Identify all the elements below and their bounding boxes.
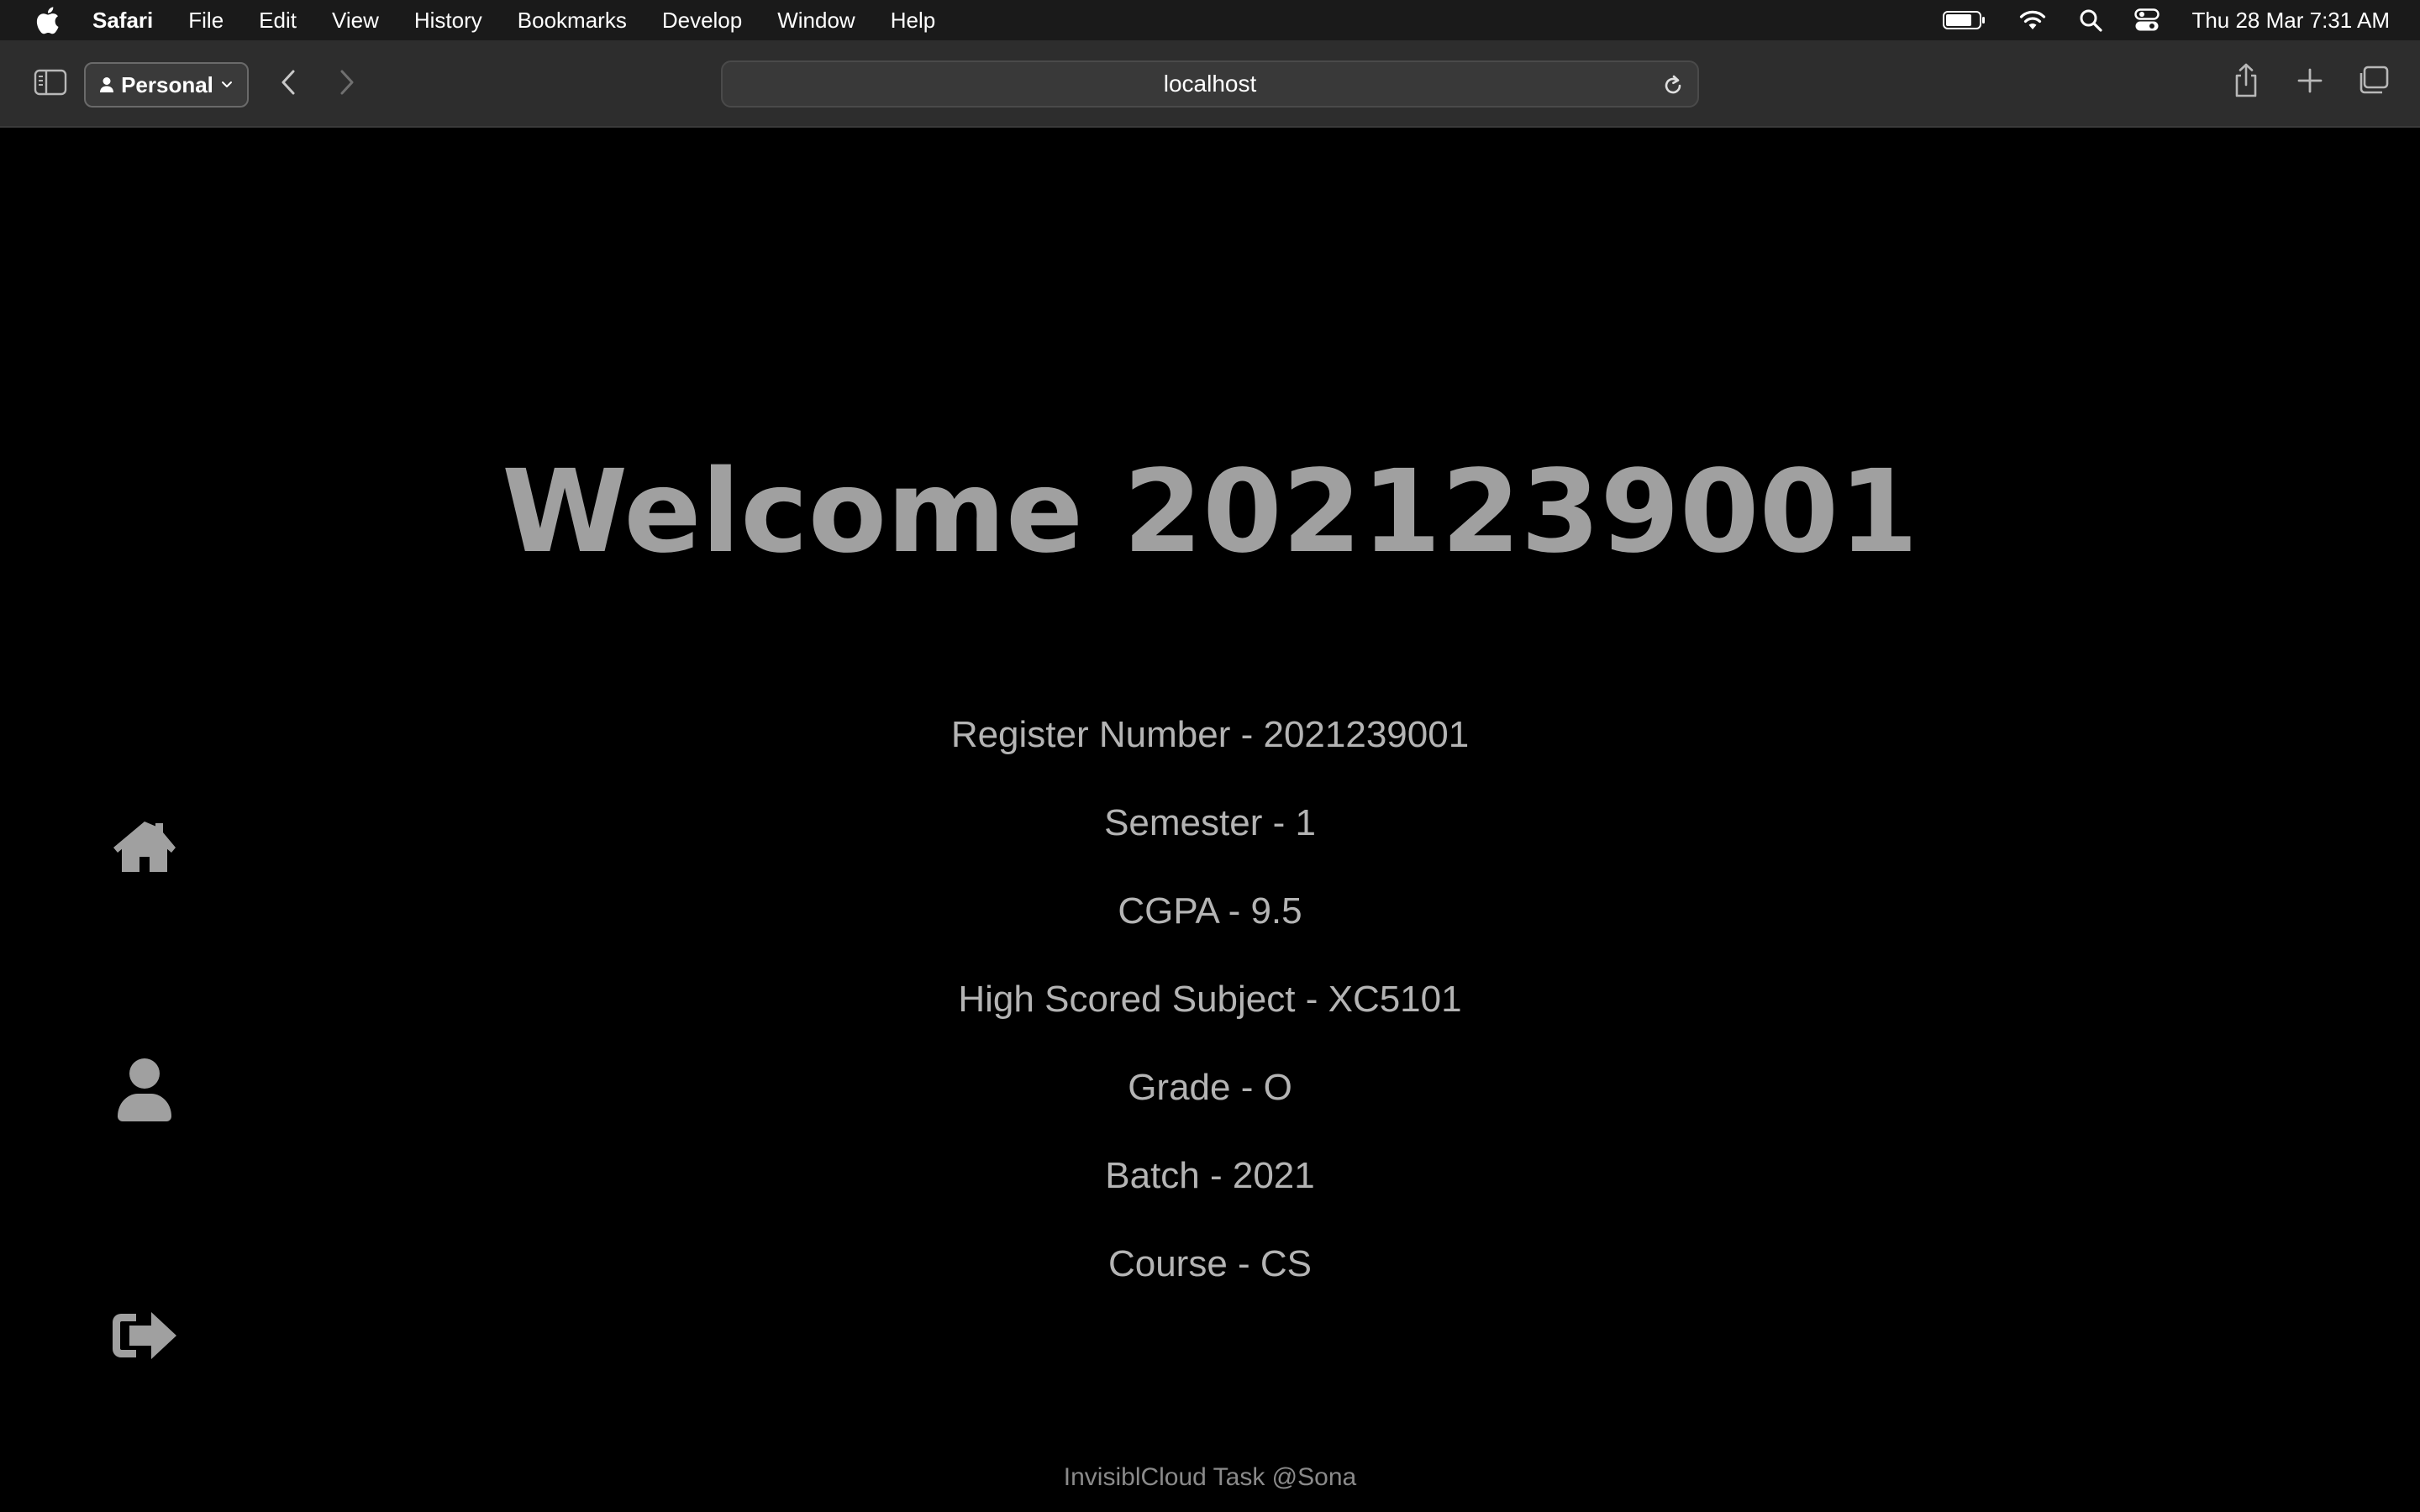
menu-help[interactable]: Help: [891, 8, 935, 34]
grade: Grade - O: [1128, 1067, 1292, 1108]
sidebar-toggle-button[interactable]: [32, 66, 69, 99]
new-tab-button[interactable]: [2296, 64, 2324, 97]
page-content: Welcome 2021239001 Register Number - 202…: [0, 128, 2420, 1512]
menu-history[interactable]: History: [414, 8, 482, 34]
reload-icon: [1665, 75, 1681, 94]
high-scored-subject: High Scored Subject - XC5101: [958, 979, 1462, 1020]
profile-button[interactable]: Personal: [84, 62, 249, 108]
cgpa: CGPA - 9.5: [1118, 890, 1302, 932]
menu-bar-clock[interactable]: Thu 28 Mar 7:31 AM: [2191, 8, 2390, 34]
menu-bar: Safari File Edit View History Bookmarks …: [0, 0, 2420, 40]
profile-label: Personal: [121, 71, 213, 97]
menu-edit[interactable]: Edit: [259, 8, 297, 34]
wifi-icon[interactable]: [2018, 9, 2047, 31]
chevron-left-icon: [281, 70, 295, 95]
plus-icon: [2297, 68, 2323, 93]
footer-credit: InvisiblCloud Task @Sona: [1063, 1463, 1357, 1491]
sign-out-icon: [113, 1312, 176, 1359]
tab-overview-icon: [2360, 66, 2389, 94]
register-number: Register Number - 2021239001: [950, 714, 1470, 755]
control-center-icon[interactable]: [2134, 8, 2160, 32]
battery-icon[interactable]: [1943, 10, 1986, 30]
semester: Semester - 1: [1104, 802, 1316, 843]
share-icon: [2235, 63, 2257, 97]
menu-view[interactable]: View: [332, 8, 379, 34]
menu-file[interactable]: File: [188, 8, 224, 34]
person-icon: [100, 77, 114, 92]
address-bar[interactable]: localhost: [721, 60, 1699, 108]
welcome-heading: Welcome 2021239001: [502, 446, 1918, 579]
batch: Batch - 2021: [1105, 1155, 1315, 1196]
forward-button[interactable]: [334, 66, 360, 99]
menu-bookmarks[interactable]: Bookmarks: [518, 8, 627, 34]
nav-logout[interactable]: [109, 1304, 180, 1368]
apple-icon[interactable]: [32, 3, 62, 37]
chevron-right-icon: [340, 70, 354, 95]
back-button[interactable]: [276, 66, 301, 99]
menu-app-safari[interactable]: Safari: [92, 8, 153, 34]
share-button[interactable]: [2232, 60, 2260, 99]
tab-overview-button[interactable]: [2356, 64, 2390, 97]
status-area: Thu 28 Mar 7:31 AM: [1943, 0, 2390, 40]
menu-develop[interactable]: Develop: [662, 8, 742, 34]
sidebar-icon: [34, 69, 67, 96]
course: Course - CS: [1107, 1243, 1313, 1284]
student-details: Register Number - 2021239001 Semester - …: [0, 690, 2420, 1308]
chevron-down-icon: [221, 81, 232, 87]
reload-button[interactable]: [1660, 72, 1686, 97]
menu-window[interactable]: Window: [777, 8, 855, 34]
spotlight-search-icon[interactable]: [2079, 8, 2103, 32]
address-text[interactable]: localhost: [1164, 71, 1257, 97]
browser-toolbar: Personal localhost: [0, 40, 2420, 128]
